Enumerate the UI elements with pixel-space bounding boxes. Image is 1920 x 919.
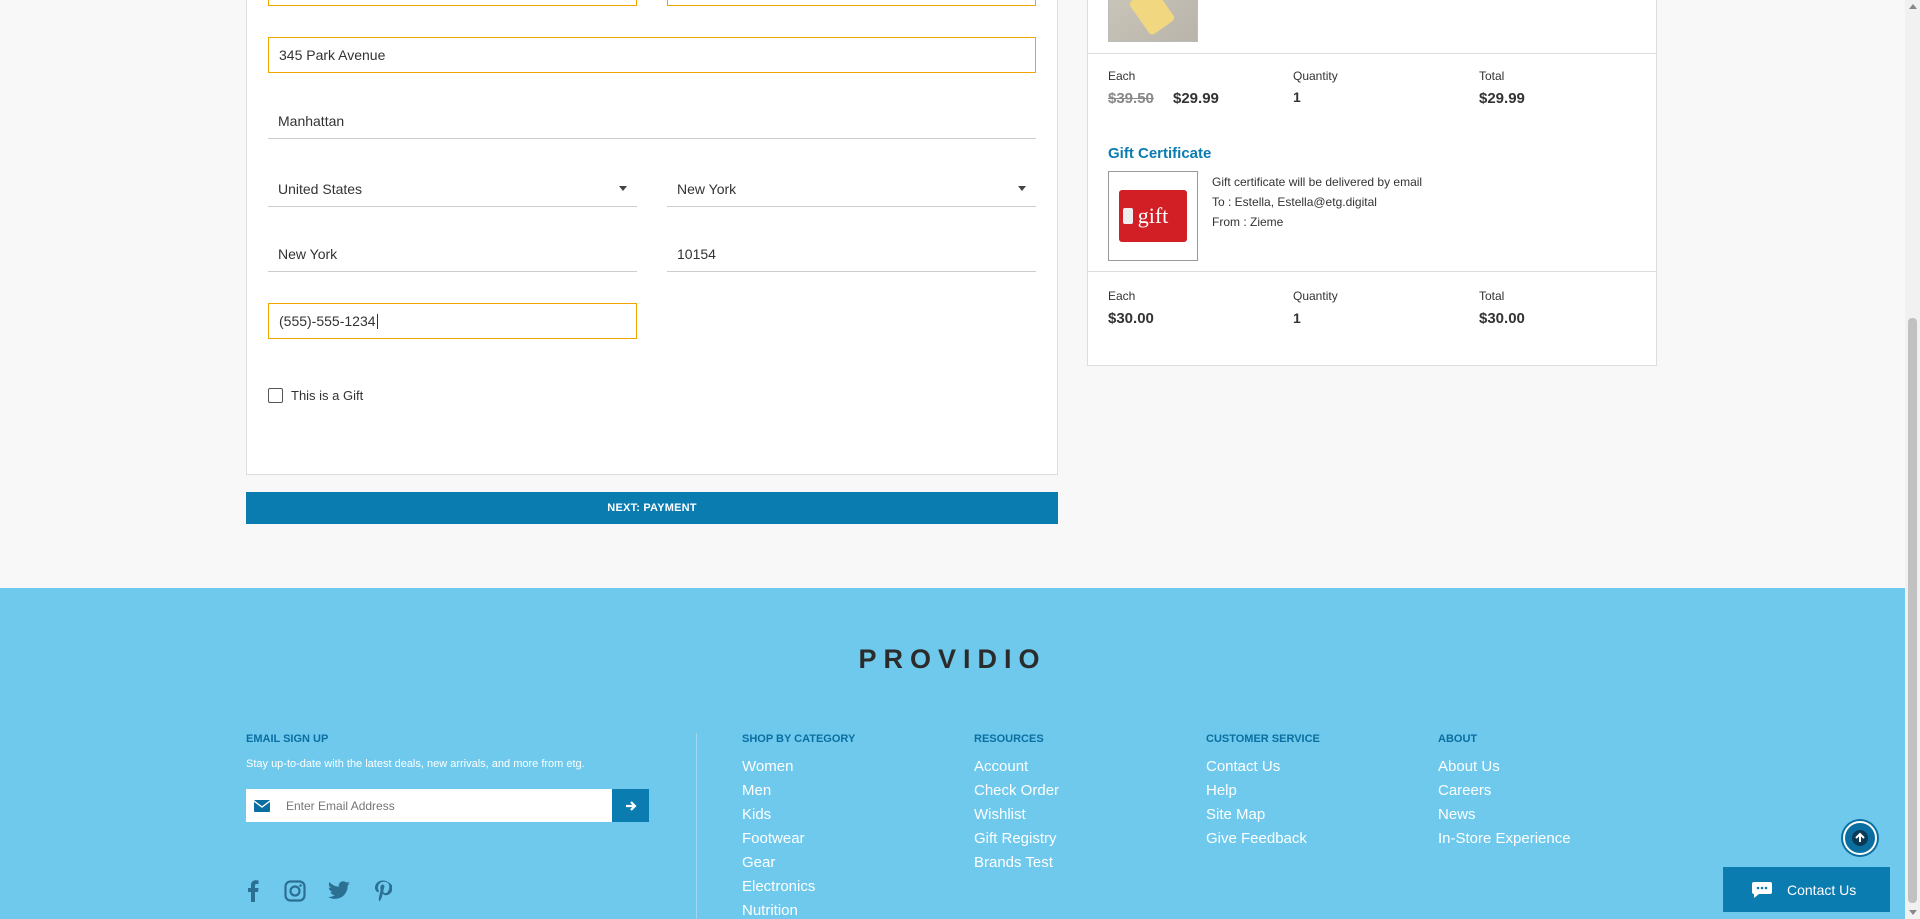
gift-checkbox[interactable]: [268, 388, 283, 403]
footer-link-about-us[interactable]: About Us: [1438, 758, 1500, 775]
pinterest-icon[interactable]: [370, 878, 396, 904]
footer-link-careers[interactable]: Careers: [1438, 782, 1491, 799]
gift-to-line: To : Estella, Estella@etg.digital: [1212, 195, 1377, 209]
gift-certificate-title[interactable]: Gift Certificate: [1108, 145, 1211, 162]
shop-by-category-heading: SHOP BY CATEGORY: [742, 733, 856, 745]
gift-checkbox-label: This is a Gift: [291, 388, 364, 403]
text-cursor: [376, 313, 378, 329]
scroll-down-arrow-icon[interactable]: [1909, 910, 1917, 915]
gift-card-text: gift: [1137, 203, 1169, 228]
gc-each-label: Each: [1108, 289, 1136, 303]
scrollbar-thumb[interactable]: [1908, 318, 1917, 903]
gift-from-line: From : Zieme: [1212, 215, 1284, 229]
arrow-right-icon: [625, 800, 637, 811]
site-footer: [0, 588, 1905, 919]
contact-us-label: Contact Us: [1787, 881, 1857, 898]
gc-total: $30.00: [1479, 310, 1525, 327]
footer-link-brands-test[interactable]: Brands Test: [974, 854, 1053, 871]
footer-link-men[interactable]: Men: [742, 782, 771, 799]
arrow-up-icon: [1852, 830, 1868, 846]
footer-link-in-store-experience[interactable]: In-Store Experience: [1438, 830, 1571, 847]
zip-value: 10154: [677, 245, 716, 262]
gc-quantity: 1: [1293, 310, 1301, 326]
email-input[interactable]: [278, 789, 612, 822]
address1-value: 345 Park Avenue: [279, 47, 386, 63]
gc-quantity-label: Quantity: [1293, 289, 1338, 303]
phone-field[interactable]: (555)-555-1234: [268, 303, 637, 339]
zip-field[interactable]: 10154: [667, 236, 1036, 272]
facebook-icon[interactable]: [240, 878, 266, 904]
email-signup-form: [246, 789, 649, 822]
footer-link-give-feedback[interactable]: Give Feedback: [1206, 830, 1307, 847]
footer-link-footwear[interactable]: Footwear: [742, 830, 805, 847]
page-scrollbar[interactable]: [1905, 0, 1920, 919]
email-submit-button[interactable]: [612, 789, 649, 822]
footer-link-wishlist[interactable]: Wishlist: [974, 806, 1026, 823]
email-signup-text: Stay up-to-date with the latest deals, n…: [246, 758, 585, 770]
envelope-icon: [246, 789, 278, 822]
footer-link-gear[interactable]: Gear: [742, 854, 775, 871]
address1-field[interactable]: 345 Park Avenue: [268, 37, 1036, 73]
item1-quantity-label: Quantity: [1293, 69, 1338, 83]
item1-total: $29.99: [1479, 90, 1525, 107]
twitter-icon[interactable]: [326, 878, 352, 904]
city-field[interactable]: New York: [268, 236, 637, 272]
contact-us-chat-button[interactable]: Contact Us: [1723, 867, 1890, 912]
footer-link-gift-registry[interactable]: Gift Registry: [974, 830, 1057, 847]
item1-quantity: 1: [1293, 89, 1301, 105]
footer-link-news[interactable]: News: [1438, 806, 1476, 823]
footer-link-account[interactable]: Account: [974, 758, 1028, 775]
footer-divider: [696, 733, 697, 919]
city-value: New York: [278, 245, 338, 262]
gift-certificate-details: Gift certificate will be delivered by em…: [1212, 172, 1422, 232]
footer-link-electronics[interactable]: Electronics: [742, 878, 815, 895]
item1-sale-price: $29.99: [1173, 90, 1219, 107]
gc-total-label: Total: [1479, 289, 1505, 303]
country-select[interactable]: United States: [268, 171, 637, 207]
footer-link-help[interactable]: Help: [1206, 782, 1237, 799]
address2-field[interactable]: Manhattan: [268, 103, 1036, 139]
gc-each: $30.00: [1108, 310, 1154, 327]
footer-logo[interactable]: PROVIDIO: [0, 644, 1905, 675]
gift-card-thumbnail: gift: [1108, 171, 1198, 261]
phone-value: (555)-555-1234: [279, 313, 376, 329]
gift-delivery-line: Gift certificate will be delivered by em…: [1212, 175, 1423, 189]
first-name-field[interactable]: [268, 0, 637, 6]
customer-service-heading: CUSTOMER SERVICE: [1206, 733, 1320, 745]
divider: [1088, 271, 1656, 272]
email-signup-heading: EMAIL SIGN UP: [246, 733, 329, 745]
address2-value: Manhattan: [278, 112, 345, 129]
chat-bubble-icon: [1752, 881, 1772, 898]
footer-link-kids[interactable]: Kids: [742, 806, 771, 823]
state-select[interactable]: New York: [667, 171, 1036, 207]
divider: [1088, 53, 1656, 54]
instagram-icon[interactable]: [282, 878, 308, 904]
chevron-down-icon: [619, 186, 627, 191]
footer-link-check-order[interactable]: Check Order: [974, 782, 1059, 799]
back-to-top-button[interactable]: [1843, 821, 1877, 855]
gift-checkbox-row[interactable]: This is a Gift: [268, 388, 363, 403]
footer-link-nutrition[interactable]: Nutrition: [742, 902, 798, 919]
item1-original-price: $39.50: [1108, 90, 1154, 107]
footer-link-site-map[interactable]: Site Map: [1206, 806, 1265, 823]
item1-each-label: Each: [1108, 69, 1136, 83]
chevron-down-icon: [1018, 186, 1026, 191]
footer-link-women[interactable]: Women: [742, 758, 793, 775]
item1-total-label: Total: [1479, 69, 1505, 83]
state-value: New York: [677, 180, 737, 197]
next-payment-button[interactable]: NEXT: PAYMENT: [246, 492, 1058, 524]
resources-heading: RESOURCES: [974, 733, 1044, 745]
footer-link-contact-us[interactable]: Contact Us: [1206, 758, 1280, 775]
about-heading: ABOUT: [1438, 733, 1478, 745]
last-name-field[interactable]: [667, 0, 1036, 6]
scroll-up-arrow-icon[interactable]: [1909, 4, 1917, 9]
product-thumbnail[interactable]: [1108, 0, 1198, 42]
country-value: United States: [278, 180, 363, 197]
